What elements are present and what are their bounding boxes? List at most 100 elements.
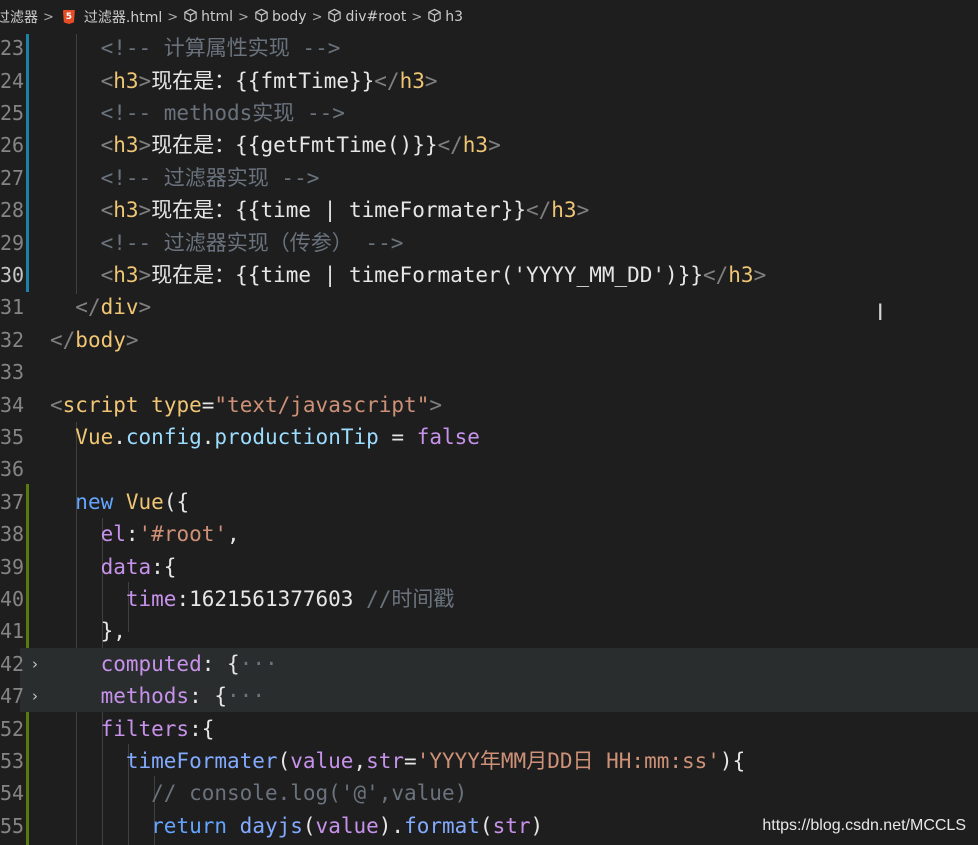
code-token: > [125,327,139,352]
code-text: new Vue({ [50,486,189,518]
code-line[interactable]: 25 <!-- methods实现 --> [0,97,978,129]
code-line[interactable]: 30 <h3>现在是：{{time | timeFormater('YYYY_M… [0,259,978,291]
code-token: type [151,392,202,417]
line-number: 27 [0,165,25,190]
code-line[interactable]: 41 }, [0,615,978,647]
code-text: <h3>现在是：{{time | timeFormater('YYYY_MM_D… [50,259,767,291]
breadcrumb-item[interactable]: html [183,8,233,27]
code-token: ··· [239,651,278,676]
breadcrumb-item[interactable]: body [254,8,307,27]
code-editor[interactable]: 23 <!-- 计算属性实现 --> 24 <h3>现在是：{{fmtTime}}… [0,34,978,845]
code-token: Vue [75,424,114,449]
line-number: 25 [0,100,25,125]
code-line[interactable]: 38 el:'#root', [0,518,978,550]
breadcrumb-separator: > [311,9,323,25]
code-token: > [488,133,501,158]
line-number: 28 [0,198,25,223]
code-line[interactable]: 23 <!-- 计算属性实现 --> [0,32,978,64]
code-line[interactable]: 42 › computed: {··· [0,647,978,680]
code-line[interactable]: 27 <!-- 过滤器实现 --> [0,162,978,194]
code-token: Vue [125,489,164,514]
code-token: > [576,198,590,223]
symbol-cube-icon [254,8,269,27]
code-line[interactable]: 26 <h3>现在是：{{getFmtTime()}}</h3> [0,129,978,161]
code-line[interactable]: 36 [0,453,978,485]
code-token: data [100,554,152,579]
code-line[interactable]: 52 filters:{ [0,712,978,744]
code-token: > [424,68,438,93]
code-token: = [378,424,417,449]
code-token: methods [100,684,190,709]
code-token: dayjs [239,813,303,838]
code-token: h3 [551,198,577,223]
code-line[interactable]: 37 new Vue({ [0,486,978,518]
code-token: div [100,295,139,320]
code-line[interactable]: 32 </body> [0,324,978,356]
line-number: 40 [0,586,25,611]
breadcrumb-item[interactable]: 过滤器 [0,7,38,27]
code-line[interactable]: 47 › methods: {··· [0,680,978,713]
code-token: </ [525,198,552,223]
code-token: < [100,133,114,158]
line-number: 29 [0,230,25,255]
code-token: :{ [189,716,215,741]
code-token: :{ [151,554,177,579]
code-token: > [138,133,152,158]
breadcrumb-label: 过滤器 [0,10,38,26]
code-token: productionTip [214,424,379,449]
code-token: > [753,262,767,287]
code-line[interactable]: 39 data:{ [0,550,978,582]
code-token: < [100,198,114,223]
code-text: <h3>现在是：{{time | timeFormater}}</h3> [50,194,590,226]
line-number: 36 [0,457,25,482]
code-token: = [201,392,215,417]
breadcrumb: 过滤器 >5 过滤器.html > html > body > div#root > h3 [0,0,974,34]
code-token: str [366,748,405,773]
code-token: h3 [113,262,139,287]
code-line[interactable]: 33 [0,356,978,388]
code-token: "text/javascript" [214,392,430,417]
line-number: 34 [0,392,25,417]
fold-chevron-icon[interactable]: › [32,687,38,705]
code-token: config [125,424,202,449]
code-token: h3 [113,198,139,223]
fold-chevron-icon[interactable]: › [32,655,38,673]
code-token: '#root' [138,522,228,547]
code-text: <h3>现在是：{{getFmtTime()}}</h3> [50,129,501,161]
code-token: filters [100,716,190,741]
code-token: h3 [113,68,139,93]
code-token: , [353,748,367,773]
code-line[interactable]: 31 </div> [0,291,978,323]
code-line[interactable]: 53 timeFormater(value,str='YYYY年MM月DD日 H… [0,745,978,777]
breadcrumb-label: html [201,9,234,25]
code-line[interactable]: 29 <!-- 过滤器实现（传参） --> [0,226,978,258]
code-token: }, [100,619,126,644]
code-text: <!-- 过滤器实现（传参） --> [50,227,404,259]
code-line[interactable]: 28 <h3>现在是：{{time | timeFormater}}</h3> [0,194,978,226]
code-text: // console.log('@',value) [50,777,467,809]
code-line[interactable]: 24 <h3>现在是：{{fmtTime}}</h3> [0,64,978,96]
code-text: <!-- 过滤器实现 --> [50,162,320,194]
code-token: computed [100,651,202,676]
line-number: 24 [0,68,25,93]
breadcrumb-item[interactable]: h3 [427,8,463,27]
breadcrumb-item[interactable]: 5 过滤器.html [59,7,162,27]
code-line[interactable]: 40 time:1621561377603 //时间戳 [0,583,978,615]
code-text: computed: {··· [50,648,278,680]
code-line[interactable]: 54 // console.log('@',value) [0,777,978,809]
code-token: // console.log('@',value) [151,781,468,806]
code-token: h3 [728,262,754,287]
code-token: ){ [719,748,746,773]
code-line[interactable]: 35 Vue.config.productionTip = false [0,421,978,453]
breadcrumb-item[interactable]: div#root [327,8,406,27]
code-line[interactable]: 34 <script type="text/javascript"> [0,388,978,420]
code-token: ) [530,813,544,838]
code-token: </ [702,262,729,287]
